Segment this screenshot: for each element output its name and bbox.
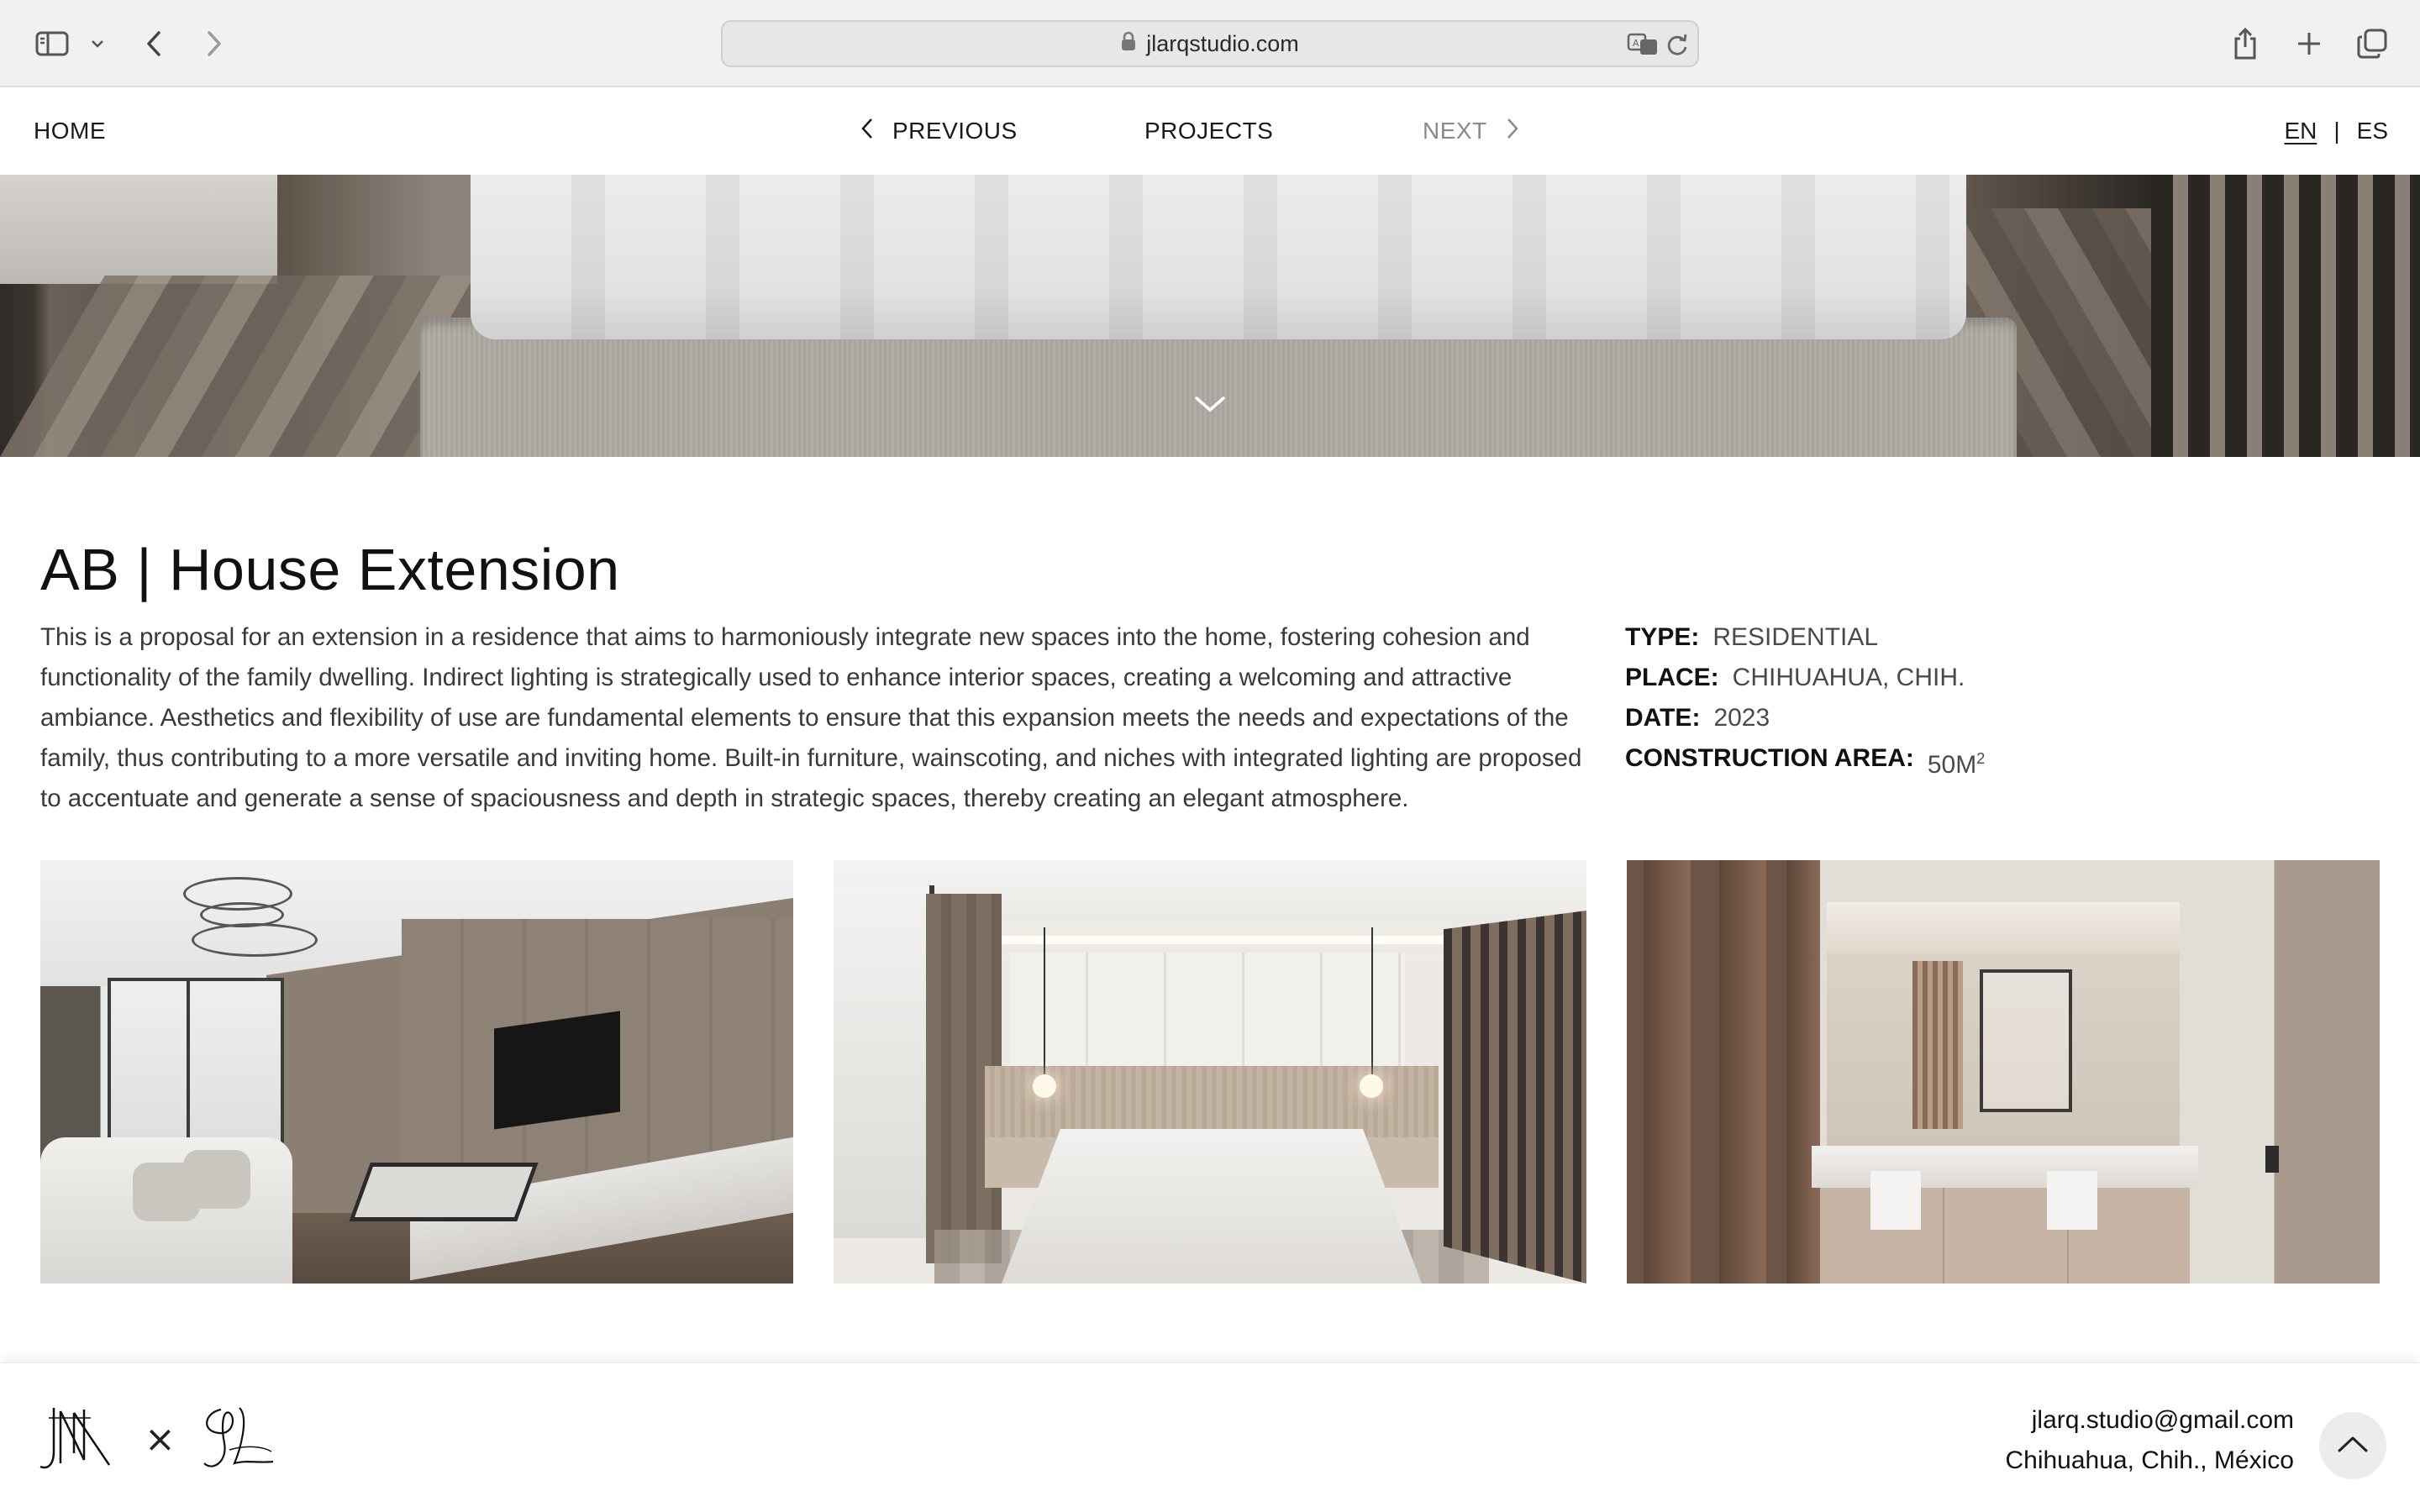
- home-link[interactable]: HOME: [34, 87, 106, 175]
- info-area: CONSTRUCTION AREA: 50M2: [1625, 738, 2381, 785]
- gallery-image-living-room[interactable]: [40, 860, 793, 1284]
- reload-icon[interactable]: [1665, 30, 1689, 59]
- sidebar-icon[interactable]: [32, 25, 72, 62]
- project-info: TYPE: RESIDENTIAL PLACE: CHIHUAHUA, CHIH…: [1625, 617, 2381, 785]
- info-type-value: RESIDENTIAL: [1712, 623, 1879, 651]
- tabs-overview-icon[interactable]: [2354, 25, 2390, 62]
- language-switcher: EN | ES: [2284, 87, 2388, 175]
- scroll-down-icon[interactable]: [1192, 391, 1228, 417]
- chevron-down-icon[interactable]: [87, 25, 108, 62]
- info-area-number: 50M: [1927, 751, 1977, 779]
- site-footer: × jlarq.studio@gmail.com Chihuahua, Chih…: [0, 1362, 2420, 1512]
- previous-label: PREVIOUS: [892, 118, 1018, 144]
- jl-script-logo: [203, 1407, 274, 1467]
- svg-text:A: A: [1633, 38, 1639, 49]
- info-area-superscript: 2: [1976, 750, 1986, 767]
- site-nav: HOME PREVIOUS PROJECTS NEXT EN | ES: [0, 87, 2420, 175]
- previous-project-link[interactable]: PREVIOUS: [860, 87, 1018, 175]
- studio-logo[interactable]: ×: [32, 1397, 280, 1481]
- info-area-value: 50M2: [1928, 738, 1985, 785]
- hero-image: [0, 175, 2420, 457]
- logo-separator: ×: [145, 1417, 176, 1461]
- projects-link[interactable]: PROJECTS: [1144, 87, 1273, 175]
- lang-separator: |: [2333, 118, 2340, 144]
- lang-es[interactable]: ES: [2357, 118, 2388, 144]
- project-title: AB | House Extension: [40, 537, 620, 602]
- browser-toolbar: jlarqstudio.com A: [0, 0, 2420, 87]
- info-type-label: TYPE:: [1625, 623, 1700, 651]
- gallery-image-bedroom[interactable]: [834, 860, 1586, 1284]
- new-tab-icon[interactable]: [2292, 25, 2326, 62]
- next-label: NEXT: [1423, 118, 1487, 144]
- info-date-label: DATE:: [1625, 704, 1701, 732]
- contact-email[interactable]: jlarq.studio@gmail.com: [2005, 1400, 2294, 1441]
- back-icon[interactable]: [141, 25, 166, 62]
- lang-en[interactable]: EN: [2284, 118, 2317, 144]
- jn-monogram-logo: [39, 1408, 111, 1469]
- info-date-value: 2023: [1713, 704, 1770, 732]
- project-description: This is a proposal for an extension in a…: [40, 623, 1582, 812]
- address-bar[interactable]: jlarqstudio.com A: [721, 20, 1699, 67]
- back-to-top-button[interactable]: [2319, 1412, 2386, 1479]
- chevron-right-icon: [1506, 118, 1519, 145]
- info-area-label: CONSTRUCTION AREA:: [1625, 744, 1914, 772]
- gallery-image-bathroom[interactable]: [1627, 860, 2380, 1284]
- info-place-label: PLACE:: [1625, 664, 1719, 691]
- info-place: PLACE: CHIHUAHUA, CHIH.: [1625, 658, 2381, 698]
- next-project-link[interactable]: NEXT: [1423, 87, 1519, 175]
- lock-icon: [1121, 31, 1136, 57]
- chevron-up-icon: [2336, 1434, 2370, 1457]
- info-date: DATE: 2023: [1625, 698, 2381, 738]
- contact-info: jlarq.studio@gmail.com Chihuahua, Chih.,…: [2005, 1400, 2294, 1481]
- info-place-value: CHIHUAHUA, CHIH.: [1732, 664, 1965, 691]
- chevron-left-icon: [860, 118, 874, 145]
- forward-icon[interactable]: [202, 25, 227, 62]
- url-text: jlarqstudio.com: [1146, 30, 1299, 56]
- info-type: TYPE: RESIDENTIAL: [1625, 617, 2381, 658]
- share-icon[interactable]: [2228, 25, 2262, 62]
- contact-location: Chihuahua, Chih., México: [2005, 1446, 2294, 1474]
- translate-icon[interactable]: A: [1627, 30, 1660, 59]
